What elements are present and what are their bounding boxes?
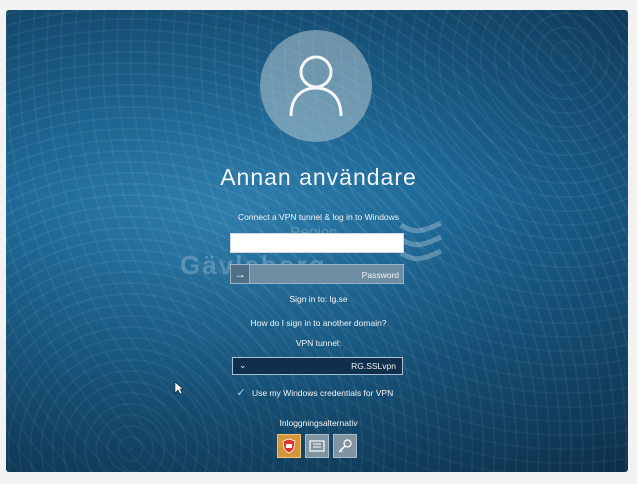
password-row: → Password bbox=[230, 264, 404, 284]
vpn-tunnel-label: VPN tunnel: bbox=[295, 338, 342, 348]
mouse-cursor-icon bbox=[174, 381, 184, 395]
sign-in-options bbox=[277, 434, 357, 458]
user-display-name: Annan användare bbox=[220, 164, 417, 190]
shield-icon bbox=[282, 438, 296, 454]
username-input[interactable] bbox=[230, 233, 404, 253]
password-input[interactable]: Password bbox=[250, 264, 404, 284]
use-credentials-label: Use my Windows credentials for VPN bbox=[252, 388, 394, 398]
sign-in-options-label: Inloggningsalternativ bbox=[279, 418, 358, 428]
region-logo-icon bbox=[399, 220, 443, 262]
other-domain-help-link[interactable]: How do I sign in to another domain? bbox=[0, 318, 637, 328]
use-credentials-row: ✓ Use my Windows credentials for VPN bbox=[236, 386, 393, 400]
use-credentials-checkbox[interactable]: ✓ bbox=[236, 388, 246, 399]
submit-arrow-button[interactable]: → bbox=[230, 264, 250, 284]
smart-card-sign-in-option[interactable] bbox=[305, 434, 329, 458]
key-icon bbox=[338, 439, 352, 453]
vpn-tunnel-select[interactable]: ⌄ RG.SSLvpn bbox=[232, 357, 403, 375]
sign-in-domain: Sign in to: lg.se bbox=[289, 294, 348, 304]
region-watermark: Region Gävleborg bbox=[175, 212, 465, 302]
vpn-hint-text: Connect a VPN tunnel & log in to Windows bbox=[237, 212, 400, 222]
card-icon bbox=[309, 440, 325, 452]
user-icon bbox=[289, 55, 343, 117]
user-avatar bbox=[260, 30, 372, 142]
chevron-down-icon: ⌄ bbox=[239, 360, 247, 370]
arrow-right-icon: → bbox=[234, 267, 246, 281]
password-sign-in-option[interactable] bbox=[333, 434, 357, 458]
vpn-selected-value: RG.SSLvpn bbox=[351, 361, 396, 371]
vpn-sign-in-option[interactable] bbox=[277, 434, 301, 458]
